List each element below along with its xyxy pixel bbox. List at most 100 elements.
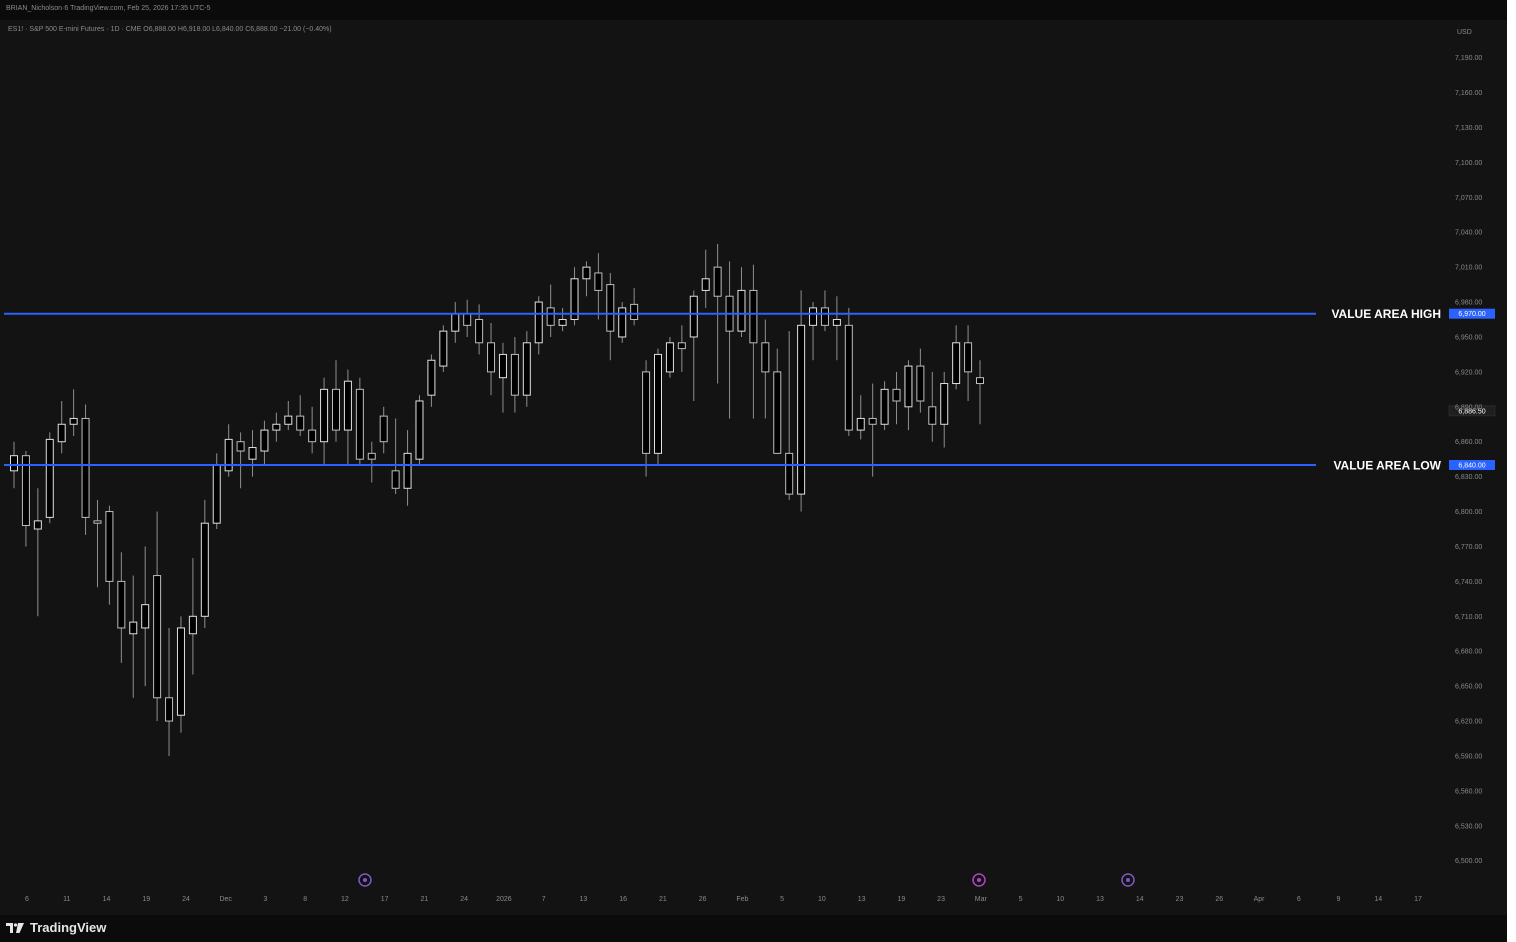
event-marker-dot — [977, 878, 981, 882]
candle-body-down — [105, 511, 114, 582]
candle-body-down — [81, 417, 90, 518]
y-tick-label: 7,160.00 — [1455, 90, 1482, 97]
x-tick-label: 14 — [1374, 896, 1382, 903]
event-markers — [358, 873, 1135, 887]
candle-body-down — [391, 470, 400, 489]
x-tick-label: 19 — [897, 896, 905, 903]
candle-body-up — [522, 342, 531, 396]
x-tick-label: 10 — [818, 896, 826, 903]
candle-body-up — [427, 359, 436, 396]
candle-body-down — [761, 342, 770, 373]
candle-body-up — [856, 417, 865, 431]
candle-body-down — [928, 406, 937, 425]
y-tick-label: 6,740.00 — [1455, 579, 1482, 586]
y-tick-label: 6,530.00 — [1455, 823, 1482, 830]
candle-body-down — [785, 452, 794, 495]
x-tick-label: 19 — [142, 896, 150, 903]
candle-body-down — [677, 342, 686, 350]
candlestick-chart[interactable]: VALUE AREA HIGH 6,970.00 VALUE AREA LOW 6,8… — [0, 0, 1507, 915]
y-tick-label: 6,800.00 — [1455, 509, 1482, 516]
x-tick-label: 14 — [103, 896, 111, 903]
candle-body-up — [33, 520, 42, 530]
x-tick-label: 23 — [1176, 896, 1184, 903]
time-axis[interactable]: 6 11 14 19 24 Dec 3 8 12 17 21 24 2026 7 13 16 21 26 Feb 5 1… — [25, 896, 1422, 903]
x-tick-label: 21 — [421, 896, 429, 903]
x-tick-label: Feb — [736, 896, 748, 903]
x-tick-label: Mar — [975, 896, 988, 903]
y-tick-label: 6,860.00 — [1455, 439, 1482, 446]
candle-body-down — [236, 441, 245, 452]
tradingview-logo-icon — [6, 923, 24, 933]
y-tick-label: 7,100.00 — [1455, 160, 1482, 167]
candle-body-up — [10, 455, 18, 472]
candle-body-down — [916, 365, 925, 402]
candle-body-down — [332, 388, 340, 431]
event-marker-dot — [363, 878, 367, 882]
x-tick-label: 6 — [1297, 896, 1301, 903]
x-tick-label: 5 — [1019, 896, 1023, 903]
x-tick-label: 14 — [1136, 896, 1144, 903]
candle-body-down — [510, 353, 519, 396]
candle-body-down — [606, 284, 615, 332]
candle-body-up — [260, 429, 269, 452]
x-tick-label: Dec — [219, 896, 232, 903]
candle-body-down — [296, 415, 305, 431]
candle-body-down — [165, 697, 174, 722]
x-tick-label: Apr — [1254, 896, 1266, 903]
price-axis[interactable]: USD 7,190.00 7,160.00 7,130.00 7,100.00 7,07… — [1455, 29, 1482, 865]
candle-body-down — [844, 324, 853, 431]
candle-body-down — [749, 289, 758, 344]
y-tick-label: 6,830.00 — [1455, 474, 1482, 481]
candle-body-up — [940, 383, 949, 425]
candle-body-down — [820, 307, 829, 326]
candle-body-down — [379, 415, 388, 443]
x-tick-label: 24 — [460, 896, 468, 903]
x-tick-label: 13 — [580, 896, 588, 903]
candle-body-up — [320, 388, 329, 443]
y-tick-label: 6,950.00 — [1455, 334, 1482, 341]
x-tick-label: 8 — [303, 896, 307, 903]
x-tick-label: 6 — [25, 896, 29, 903]
level-label: VALUE AREA LOW — [1333, 459, 1441, 473]
x-tick-label: 23 — [937, 896, 945, 903]
brand-name: TradingView — [30, 920, 107, 935]
candle-body-up — [904, 365, 913, 408]
candle-body-up — [534, 301, 543, 344]
candle-body-up — [665, 342, 674, 373]
candle-body-up — [141, 604, 150, 629]
x-tick-label: 17 — [381, 896, 389, 903]
candle-body-up — [737, 289, 746, 332]
candle-body-up — [212, 464, 221, 524]
candle-body-up — [952, 342, 961, 385]
x-tick-label: 16 — [619, 896, 627, 903]
x-tick-label: 21 — [659, 896, 667, 903]
candle-body-up — [248, 447, 257, 460]
footer-bar — [0, 915, 1507, 942]
y-tick-label: 6,920.00 — [1455, 369, 1482, 376]
candle-body-up — [200, 522, 209, 617]
candle-body-up — [498, 353, 507, 379]
candle-body-up — [439, 330, 448, 367]
y-tick-label: 7,190.00 — [1455, 55, 1482, 62]
y-tick-label: 6,560.00 — [1455, 788, 1482, 795]
x-tick-label: 17 — [1414, 896, 1422, 903]
candle-body-down — [892, 388, 901, 402]
candle-body-down — [976, 377, 984, 385]
candle-body-up — [701, 278, 710, 291]
price-tag-text: 6,970.00 — [1458, 311, 1485, 318]
candle-body-up — [403, 452, 412, 489]
y-tick-label: 6,770.00 — [1455, 544, 1482, 551]
candle-body-down — [117, 580, 126, 629]
y-tick-label: 6,590.00 — [1455, 753, 1482, 760]
candle-body-down — [713, 266, 722, 297]
x-tick-label: 7 — [542, 896, 546, 903]
candle-body-up — [809, 307, 818, 326]
x-tick-label: 3 — [264, 896, 268, 903]
candle-body-up — [57, 423, 66, 443]
event-marker-icon — [358, 873, 372, 887]
candle-body-up — [451, 313, 460, 332]
candle-body-up — [188, 615, 197, 635]
candle-body-down — [93, 520, 102, 524]
candle-body-down — [868, 417, 877, 425]
candle-body-down — [21, 455, 30, 527]
